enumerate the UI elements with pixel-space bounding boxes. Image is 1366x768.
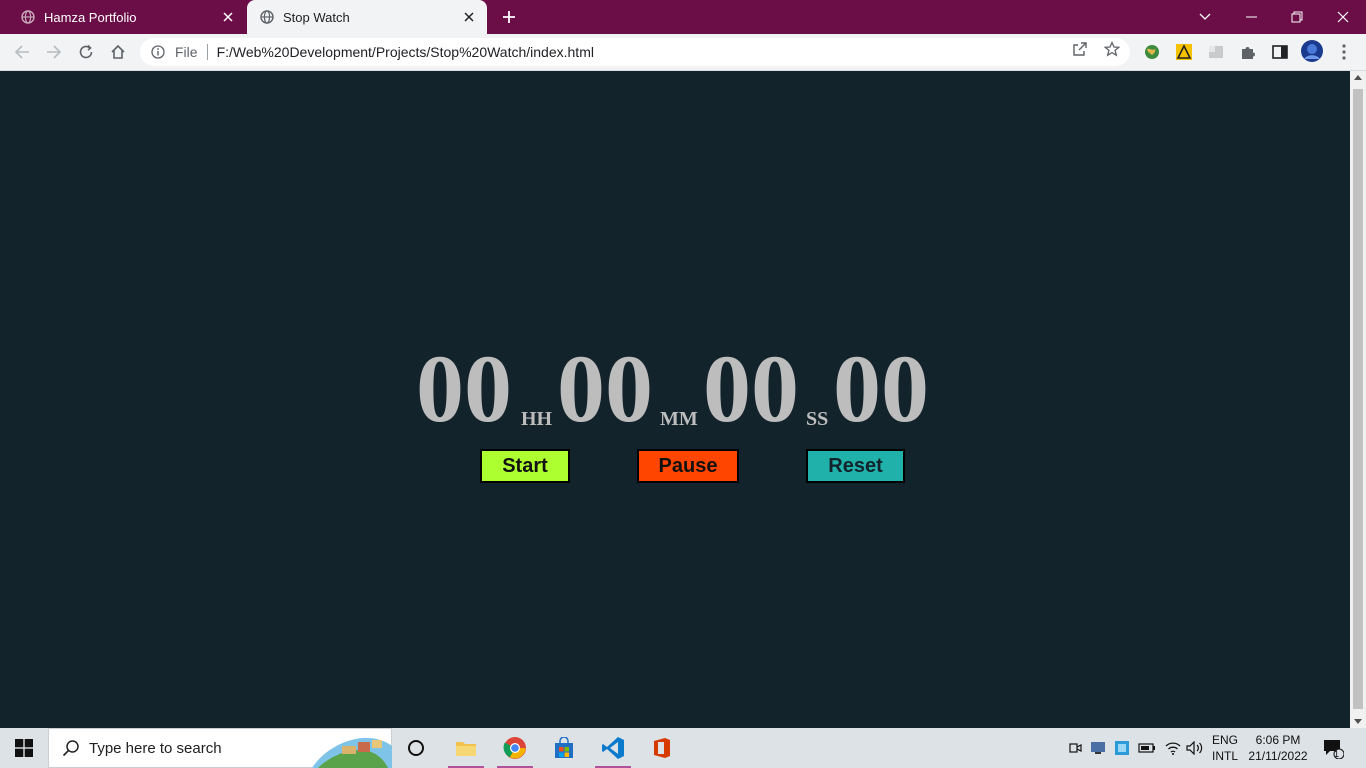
plus-icon <box>503 11 515 23</box>
new-tab-button[interactable] <box>498 6 520 28</box>
arrow-left-icon <box>14 45 29 59</box>
windows-start-button[interactable] <box>0 728 48 768</box>
info-icon[interactable] <box>151 45 165 59</box>
scroll-down-icon[interactable] <box>1354 719 1362 724</box>
globe-icon <box>260 10 274 24</box>
scheme-label: File <box>175 44 198 60</box>
chrome-icon <box>503 737 526 759</box>
clock-time: 6:06 PM <box>1255 733 1301 747</box>
notification-center-button[interactable]: 1 <box>1318 728 1348 768</box>
menu-kebab-icon[interactable] <box>1334 42 1354 62</box>
chevron-down-icon <box>1199 13 1211 20</box>
input-language[interactable]: ENG INTL <box>1212 732 1238 764</box>
minutes-value: 00 <box>557 335 653 442</box>
taskbar: Type here to search ENG INTL 6:06 PM 21/… <box>0 728 1366 768</box>
centiseconds-value: 00 <box>833 335 929 442</box>
windows-icon <box>15 739 33 757</box>
taskbar-vscode[interactable] <box>589 728 637 768</box>
extension-grey-icon[interactable] <box>1206 42 1226 62</box>
hours-unit-label: HH <box>521 408 553 430</box>
vscode-icon <box>602 737 624 759</box>
notification-icon <box>1324 740 1344 759</box>
tab-search-button[interactable] <box>1182 0 1228 34</box>
cortana-circle-icon <box>408 740 424 756</box>
reset-button[interactable]: Reset <box>806 449 905 483</box>
taskbar-store[interactable] <box>540 728 588 768</box>
side-panel-icon[interactable] <box>1270 42 1290 62</box>
minimize-button[interactable] <box>1228 0 1274 34</box>
address-url[interactable]: F:/Web%20Development/Projects/Stop%20Wat… <box>217 44 594 60</box>
meet-now-icon[interactable] <box>1066 728 1084 768</box>
search-highlight-illustration <box>312 737 392 768</box>
volume-icon[interactable] <box>1184 728 1206 768</box>
office-icon <box>654 738 670 758</box>
tab-strip: Hamza Portfolio Stop Watch <box>0 0 1366 34</box>
browser-toolbar: File F:/Web%20Development/Projects/Stop%… <box>0 34 1366 71</box>
bookmark-star-icon[interactable] <box>1103 40 1121 58</box>
share-icon[interactable] <box>1071 40 1089 58</box>
clock-date: 21/11/2022 <box>1248 749 1308 763</box>
start-button[interactable]: Start <box>480 449 570 483</box>
page-scrollbar[interactable] <box>1350 71 1366 728</box>
tab-close-icon[interactable] <box>220 9 236 25</box>
close-icon <box>1337 11 1349 23</box>
close-window-button[interactable] <box>1320 0 1366 34</box>
language-code: ENG <box>1212 733 1239 747</box>
address-bar[interactable]: File F:/Web%20Development/Projects/Stop%… <box>140 38 1130 66</box>
minutes-unit-label: MM <box>660 408 698 430</box>
keyboard-layout: INTL <box>1212 749 1239 763</box>
extension-warning-icon[interactable] <box>1174 42 1194 62</box>
restore-icon <box>1291 11 1303 23</box>
back-button[interactable] <box>10 40 34 64</box>
search-icon <box>61 738 81 758</box>
scrollbar-thumb[interactable] <box>1353 89 1363 709</box>
scroll-up-icon[interactable] <box>1354 75 1362 80</box>
home-icon <box>111 44 125 59</box>
system-clock[interactable]: 6:06 PM 21/11/2022 <box>1248 732 1308 764</box>
taskbar-office[interactable] <box>638 728 686 768</box>
tab-title: Hamza Portfolio <box>44 9 137 25</box>
taskbar-file-explorer[interactable] <box>442 728 490 768</box>
reload-icon <box>79 44 93 59</box>
extensions-puzzle-icon[interactable] <box>1238 42 1258 62</box>
stopwatch-display: 00 HH 00 MM 00 SS 00 <box>416 341 936 437</box>
minimize-icon <box>1245 16 1257 18</box>
pause-button[interactable]: Pause <box>637 449 739 483</box>
taskbar-chrome[interactable] <box>491 728 539 768</box>
globe-icon <box>21 10 35 24</box>
restore-button[interactable] <box>1274 0 1320 34</box>
store-bag-icon <box>555 737 573 758</box>
reload-button[interactable] <box>74 40 98 64</box>
profile-avatar[interactable] <box>1300 39 1324 63</box>
page-content: 00 HH 00 MM 00 SS 00 Start Pause Reset <box>0 71 1350 728</box>
tab-close-icon[interactable] <box>461 9 477 25</box>
search-placeholder: Type here to search <box>89 739 222 757</box>
tray-app-icon-2[interactable] <box>1112 728 1132 768</box>
folder-icon <box>456 742 476 756</box>
extension-globe-icon[interactable] <box>1142 42 1162 62</box>
seconds-value: 00 <box>703 335 799 442</box>
address-separator <box>206 44 208 60</box>
notification-count: 1 <box>1334 749 1340 759</box>
arrow-right-icon <box>47 45 62 59</box>
cortana-button[interactable] <box>392 728 440 768</box>
battery-icon[interactable] <box>1136 728 1158 768</box>
forward-button[interactable] <box>42 40 66 64</box>
seconds-unit-label: SS <box>806 408 829 430</box>
hours-value: 00 <box>416 335 512 442</box>
tray-app-icon[interactable] <box>1088 728 1108 768</box>
home-button[interactable] <box>106 40 130 64</box>
tab-stop-watch[interactable]: Stop Watch <box>247 0 487 34</box>
tab-hamza-portfolio[interactable]: Hamza Portfolio <box>0 0 246 34</box>
tab-title: Stop Watch <box>283 9 350 25</box>
wifi-icon[interactable] <box>1162 728 1184 768</box>
